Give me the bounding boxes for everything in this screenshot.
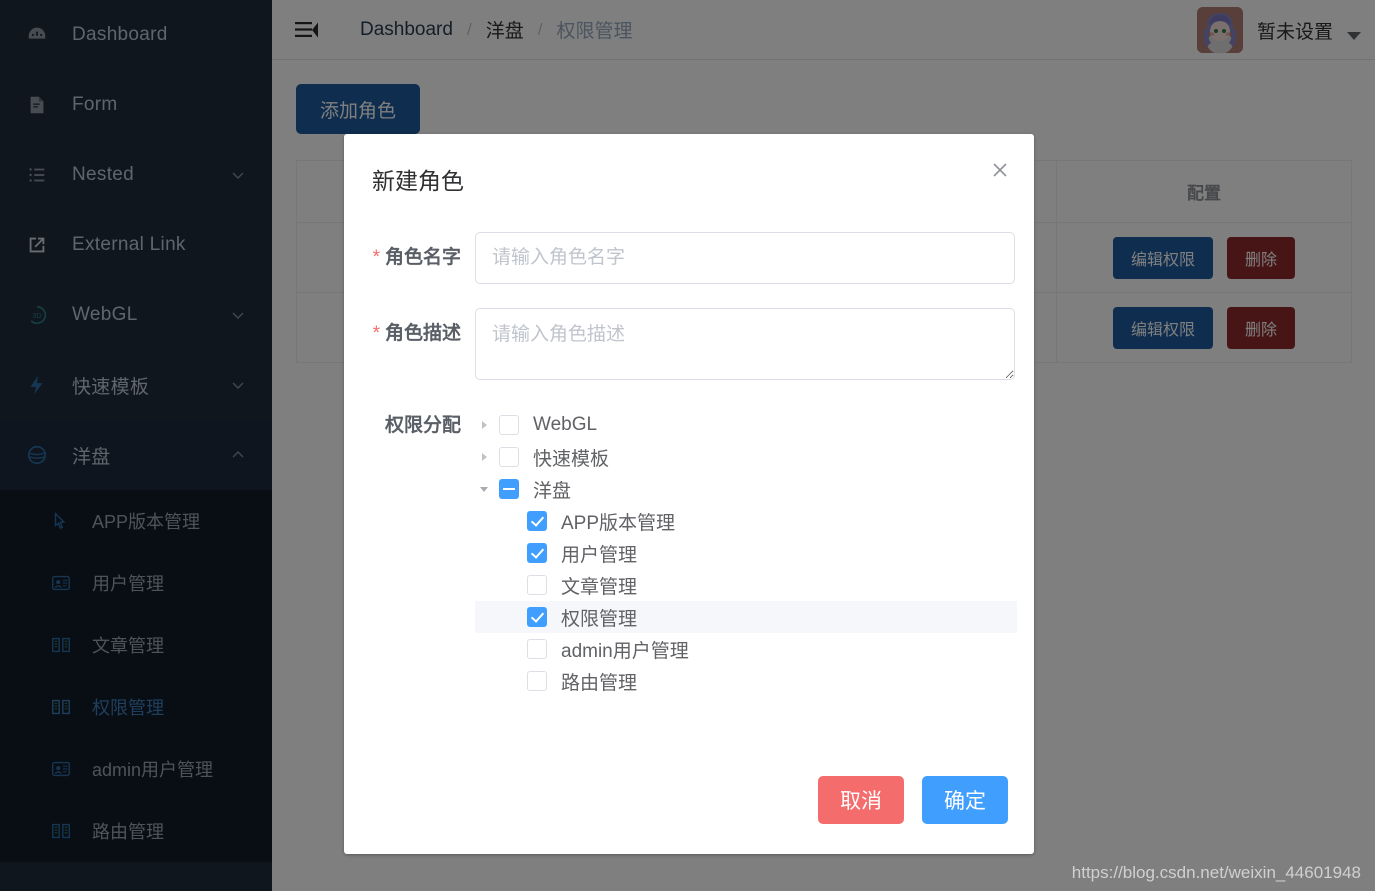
tree-checkbox[interactable] — [527, 511, 547, 531]
role-name-input[interactable] — [475, 232, 1015, 284]
dialog-body: *角色名字 *角色描述 权限分配 WebGL快速模板洋盘APP版本管理用户管理文… — [344, 210, 1034, 697]
tree-node-2[interactable]: 洋盘 — [475, 473, 1017, 505]
caret-right-icon[interactable] — [475, 451, 493, 463]
role-desc-label-text: 角色描述 — [385, 323, 461, 344]
tree-node-label: 文章管理 — [561, 572, 637, 599]
tree-node-label: 权限管理 — [561, 604, 637, 631]
tree-checkbox[interactable] — [527, 671, 547, 691]
role-desc-textarea[interactable] — [475, 308, 1015, 380]
role-desc-label: *角色描述 — [370, 308, 475, 385]
dialog-header: 新建角色 — [344, 134, 1034, 210]
tree-checkbox[interactable] — [527, 575, 547, 595]
role-desc-field-wrap — [475, 308, 1015, 385]
watermark-text: https://blog.csdn.net/weixin_44601948 — [1072, 863, 1361, 883]
tree-node-label: 洋盘 — [533, 476, 571, 503]
caret-down-icon[interactable] — [475, 483, 493, 495]
tree-node-1[interactable]: 快速模板 — [475, 441, 1017, 473]
caret-right-icon[interactable] — [475, 419, 493, 431]
form-row-role-desc: *角色描述 — [370, 308, 1008, 385]
permission-tree-wrap: WebGL 快速模板洋盘 APP版本管理用户管理文章管理权限管理 admin用户管理路… — [475, 409, 1017, 697]
tree-checkbox[interactable] — [499, 479, 519, 499]
form-row-role-name: *角色名字 — [370, 232, 1008, 284]
required-asterisk: * — [373, 247, 380, 268]
confirm-button[interactable]: 确定 — [922, 776, 1008, 824]
role-name-label: *角色名字 — [370, 232, 475, 284]
tree-node-label: 路由管理 — [561, 668, 637, 695]
new-role-dialog: 新建角色 *角色名字 *角色描述 权限分配 — [344, 134, 1034, 854]
tree-checkbox[interactable] — [499, 447, 519, 467]
dialog-title: 新建角色 — [372, 162, 1006, 196]
tree-node-7[interactable]: admin用户管理 — [475, 633, 1017, 665]
tree-checkbox[interactable] — [527, 639, 547, 659]
tree-node-5[interactable]: 文章管理 — [475, 569, 1017, 601]
close-icon[interactable] — [988, 158, 1012, 182]
tree-node-4[interactable]: 用户管理 — [475, 537, 1017, 569]
tree-checkbox[interactable] — [527, 543, 547, 563]
required-asterisk: * — [373, 323, 380, 344]
cancel-button[interactable]: 取消 — [818, 776, 904, 824]
permission-assign-label: 权限分配 — [370, 409, 475, 697]
tree-node-6[interactable]: 权限管理 — [475, 601, 1017, 633]
form-row-permissions: 权限分配 WebGL 快速模板洋盘 APP版本管理用户管理文章管理权限管理 admin… — [370, 409, 1008, 697]
tree-checkbox[interactable] — [527, 607, 547, 627]
permission-tree: WebGL 快速模板洋盘 APP版本管理用户管理文章管理权限管理 admin用户管理路… — [475, 409, 1017, 697]
tree-node-8[interactable]: 路由管理 — [475, 665, 1017, 697]
tree-node-label: 快速模板 — [533, 444, 609, 471]
role-name-field-wrap — [475, 232, 1015, 284]
tree-node-label: WebGL — [533, 414, 597, 436]
tree-node-label: 用户管理 — [561, 540, 637, 567]
tree-node-3[interactable]: APP版本管理 — [475, 505, 1017, 537]
tree-node-0[interactable]: WebGL — [475, 409, 1017, 441]
tree-node-label: APP版本管理 — [561, 508, 675, 535]
tree-node-label: admin用户管理 — [561, 636, 689, 663]
tree-checkbox[interactable] — [499, 415, 519, 435]
role-name-label-text: 角色名字 — [385, 247, 461, 268]
dialog-footer: 取消 确定 — [818, 776, 1008, 824]
